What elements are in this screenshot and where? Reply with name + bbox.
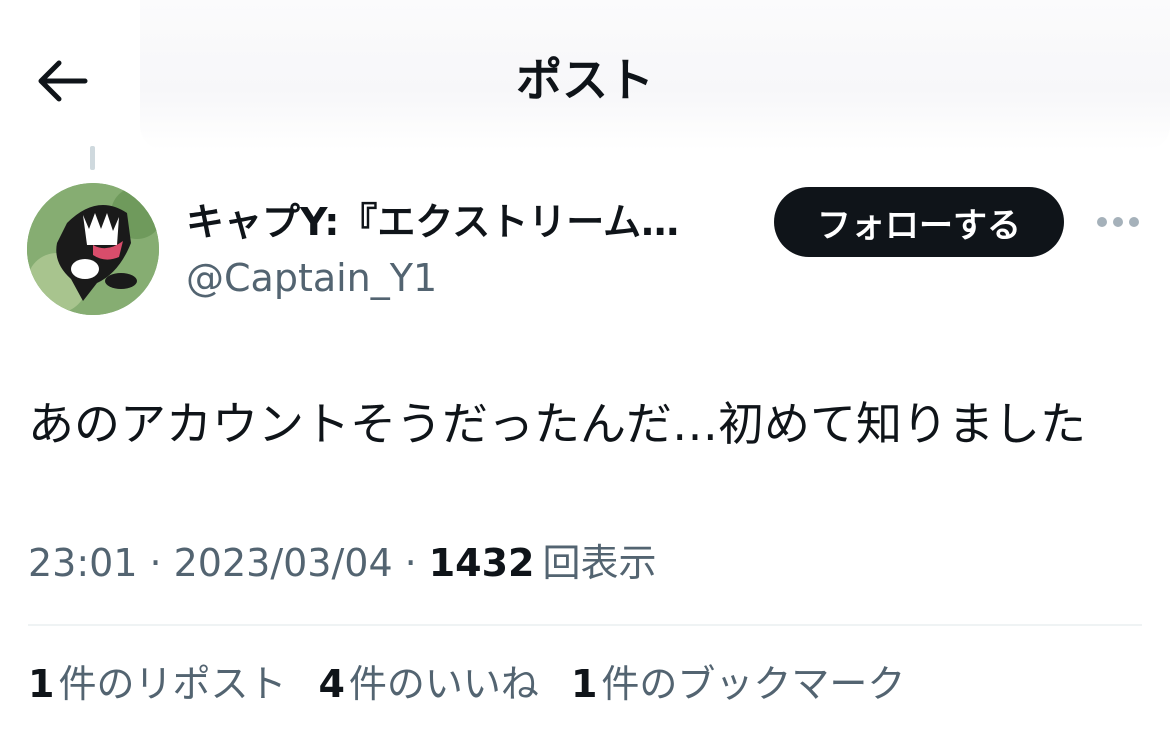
more-horizontal-icon [1097, 217, 1139, 227]
follow-button[interactable]: フォローする [774, 187, 1064, 257]
more-options-button[interactable] [1088, 200, 1148, 244]
author-handle[interactable]: @Captain_Y1 [186, 252, 437, 304]
post-time[interactable]: 23:01 [28, 536, 138, 590]
reposts-label: 件のリポスト [58, 662, 287, 706]
post-text: あのアカウントそうだったんだ…初めて知りました [28, 397, 1086, 451]
likes-stat[interactable]: 4 件のいいね [318, 656, 538, 712]
divider [28, 624, 1142, 626]
avatar-image [27, 183, 159, 315]
likes-count: 4 [318, 662, 345, 706]
views-label: 回表示 [542, 541, 657, 585]
views-count: 1432 [428, 541, 535, 585]
reposts-count: 1 [28, 662, 55, 706]
likes-label: 件のいいね [348, 662, 539, 706]
meta-separator: · [149, 541, 162, 585]
page-title: ポスト [516, 53, 654, 107]
bookmarks-stat[interactable]: 1 件のブックマーク [571, 656, 905, 712]
author-display-name[interactable]: キャプY:『エクストリーム… [186, 196, 726, 248]
avatar[interactable] [27, 183, 159, 315]
top-bar: ポスト [0, 0, 1170, 150]
post-date[interactable]: 2023/03/04 [174, 536, 393, 590]
reposts-stat[interactable]: 1 件のリポスト [28, 656, 286, 712]
post-meta: 23:01 · 2023/03/04 · 1432 回表示 [28, 536, 657, 590]
meta-separator: · [404, 541, 417, 585]
bookmarks-label: 件のブックマーク [601, 662, 906, 706]
bookmarks-count: 1 [570, 662, 598, 706]
post-detail-page: ポスト キャプY:『エクストリーム… @Captain_Y1 フォローする あの… [0, 0, 1170, 733]
thread-connector-line [90, 146, 95, 170]
engagement-stats: 1 件のリポスト 4 件のいいね 1 件のブックマーク [28, 656, 937, 712]
